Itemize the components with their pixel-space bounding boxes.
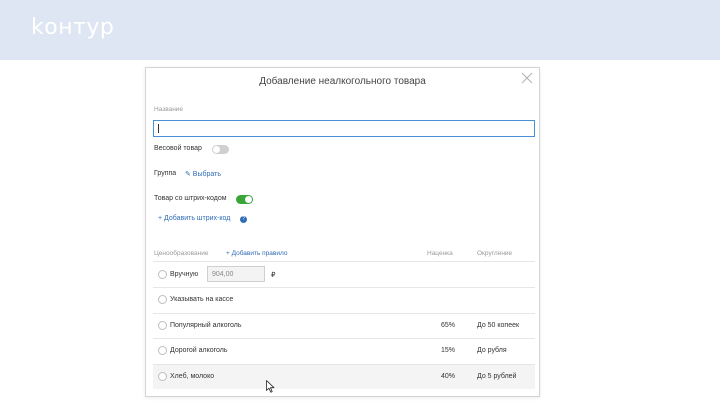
markup-value: 65% [441,322,456,329]
pricing-radio[interactable] [158,346,167,355]
help-icon[interactable]: ? [240,216,247,223]
barcode-toggle[interactable] [236,195,253,204]
add-barcode-link[interactable]: + Добавить штрих-код [158,215,230,222]
markup-value: 40% [441,373,456,380]
row-label: Дорогой алкоголь [170,347,228,354]
name-label: Название [154,106,184,113]
toggle-knob [213,146,220,153]
close-icon[interactable] [521,72,533,84]
rounding-value: До 50 копеек [477,322,520,329]
weighted-label: Весовой товар [154,145,202,152]
rounding-column-header: Округление [477,250,513,257]
pricing-radio[interactable] [158,270,167,279]
row-label: Указывать на кассе [170,296,234,303]
add-pricing-rule-link[interactable]: + Добавить правило [226,250,287,257]
pricing-section-label: Ценообразование [154,250,209,257]
row-divider [153,313,535,314]
table-divider [153,261,535,262]
row-divider [153,338,535,339]
top-bar: kонтур [0,0,720,60]
rounding-value: До рубля [477,347,507,354]
row-divider [153,364,535,365]
kontur-logo: kонтур [31,15,115,40]
pricing-radio[interactable] [158,321,167,330]
barcode-label: Товар со штрих-кодом [154,195,227,202]
manual-price-input[interactable] [207,266,265,282]
name-input[interactable] [153,120,535,137]
pricing-radio[interactable] [158,372,167,381]
weighted-toggle[interactable] [212,145,229,154]
mouse-pointer-icon [266,380,275,393]
markup-column-header: Наценка [427,250,453,257]
add-product-dialog: Добавление неалкогольного товара Названи… [145,67,540,397]
pricing-radio[interactable] [158,295,167,304]
group-label: Группа [154,170,177,177]
currency-symbol: ₽ [271,272,276,279]
row-label: Вручную [170,271,199,278]
rounding-value: До 5 рублей [477,373,517,380]
row-divider [153,287,535,288]
markup-value: 15% [441,347,456,354]
row-label: Популярный алкоголь [170,322,242,329]
toggle-knob [245,196,252,203]
row-label: Хлеб, молоко [170,373,215,380]
choose-group-link[interactable]: ✎ Выбрать [185,170,221,178]
text-caret [158,124,159,133]
dialog-title: Добавление неалкогольного товара [259,76,426,87]
